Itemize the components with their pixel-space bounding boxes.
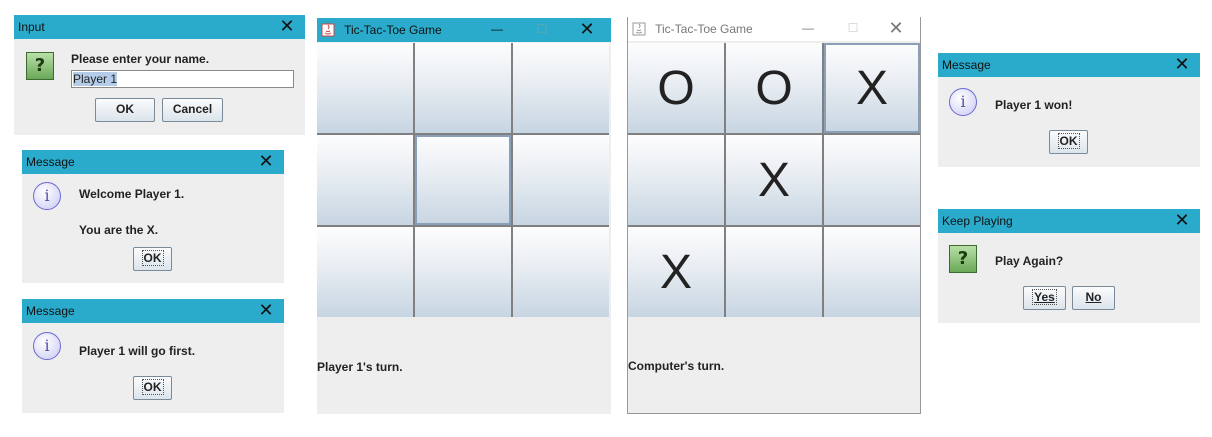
board-cell[interactable]: [415, 43, 511, 133]
minimize-icon[interactable]: —: [788, 17, 828, 41]
game-window-1-title: Tic-Tac-Toe Game: [344, 23, 442, 37]
board-cell[interactable]: [317, 43, 413, 133]
first-turn-dialog-titlebar[interactable]: Message ✕: [22, 299, 284, 323]
first-turn-dialog-title: Message: [26, 304, 75, 318]
turn-status: Computer's turn.: [628, 359, 725, 373]
play-again-dialog-title: Keep Playing: [942, 214, 1013, 228]
board-cell[interactable]: X: [726, 135, 822, 225]
info-icon: i: [949, 88, 977, 116]
close-icon[interactable]: ✕: [248, 150, 284, 174]
won-text: Player 1 won!: [995, 98, 1073, 112]
board-cell[interactable]: [415, 135, 511, 225]
ok-button[interactable]: OK: [95, 98, 155, 122]
play-again-text: Play Again?: [995, 254, 1064, 268]
board-cell[interactable]: [513, 227, 609, 317]
won-dialog-titlebar[interactable]: Message ✕: [938, 53, 1200, 77]
question-icon: ?: [949, 245, 977, 273]
play-again-dialog-titlebar[interactable]: Keep Playing ✕: [938, 209, 1200, 233]
question-icon: ?: [26, 52, 54, 80]
ok-button-label: OK: [116, 102, 134, 116]
welcome-dialog-title: Message: [26, 155, 75, 169]
close-icon[interactable]: ✕: [248, 299, 284, 323]
first-turn-text: Player 1 will go first.: [79, 344, 196, 358]
close-icon[interactable]: ✕: [269, 15, 305, 39]
no-button-label: No: [1085, 290, 1102, 304]
welcome-line-1: Welcome Player 1.: [79, 187, 185, 201]
game-board: [317, 43, 609, 317]
maximize-icon[interactable]: ☐: [522, 18, 562, 42]
yes-button-label: Yes: [1032, 289, 1057, 305]
won-dialog: Message ✕ i Player 1 won! OK: [938, 53, 1200, 167]
ok-button[interactable]: OK: [133, 247, 172, 271]
board-cell[interactable]: [513, 43, 609, 133]
board-cell[interactable]: [726, 227, 822, 317]
game-board: O O X X X: [628, 43, 920, 317]
board-cell[interactable]: [824, 227, 920, 317]
welcome-dialog: Message ✕ i Welcome Player 1. You are th…: [22, 150, 284, 283]
close-icon[interactable]: ✕: [1164, 209, 1200, 233]
close-icon[interactable]: ✕: [569, 18, 605, 42]
name-input[interactable]: Player 1: [71, 70, 294, 88]
input-dialog-titlebar[interactable]: Input ✕: [14, 15, 305, 39]
java-icon: [321, 23, 335, 37]
game-window-1-titlebar[interactable]: Tic-Tac-Toe Game — ☐ ✕: [317, 18, 611, 42]
maximize-icon[interactable]: ☐: [833, 17, 873, 41]
no-button[interactable]: No: [1072, 286, 1115, 310]
java-icon: [632, 22, 646, 36]
game-window-2: Tic-Tac-Toe Game — ☐ ✕ O O X X X Compute…: [627, 17, 921, 414]
board-cell[interactable]: O: [628, 43, 724, 133]
input-prompt: Please enter your name.: [71, 52, 210, 66]
minimize-icon[interactable]: —: [477, 18, 517, 42]
board-cell[interactable]: X: [628, 227, 724, 317]
board-cell[interactable]: O: [726, 43, 822, 133]
board-cell[interactable]: [415, 227, 511, 317]
close-icon[interactable]: ✕: [1164, 53, 1200, 77]
ok-button[interactable]: OK: [1049, 130, 1088, 154]
board-cell[interactable]: [317, 135, 413, 225]
game-window-2-titlebar[interactable]: Tic-Tac-Toe Game — ☐ ✕: [628, 17, 920, 41]
play-again-dialog: Keep Playing ✕ ? Play Again? Yes No: [938, 209, 1200, 323]
first-turn-dialog: Message ✕ i Player 1 will go first. OK: [22, 299, 284, 413]
yes-button[interactable]: Yes: [1023, 286, 1066, 310]
ok-button-label: OK: [141, 379, 164, 395]
cancel-button[interactable]: Cancel: [162, 98, 223, 122]
ok-button-label: OK: [1057, 133, 1080, 149]
name-input-value: Player 1: [73, 72, 118, 86]
cancel-button-label: Cancel: [172, 102, 213, 116]
turn-status: Player 1's turn.: [317, 360, 403, 374]
game-window-2-title: Tic-Tac-Toe Game: [655, 22, 753, 36]
info-icon: i: [33, 182, 61, 210]
input-dialog: Input ✕ ? Please enter your name. Player…: [14, 15, 305, 135]
board-cell[interactable]: [317, 227, 413, 317]
game-window-1: Tic-Tac-Toe Game — ☐ ✕ Player 1's turn.: [317, 18, 611, 414]
board-cell[interactable]: [513, 135, 609, 225]
info-icon: i: [33, 332, 61, 360]
board-cell[interactable]: X: [824, 43, 920, 133]
ok-button-label: OK: [141, 250, 164, 266]
close-icon[interactable]: ✕: [878, 17, 914, 41]
board-cell[interactable]: [824, 135, 920, 225]
ok-button[interactable]: OK: [133, 376, 172, 400]
welcome-line-2: You are the X.: [79, 223, 159, 237]
input-dialog-title: Input: [18, 20, 45, 34]
board-cell[interactable]: [628, 135, 724, 225]
welcome-dialog-titlebar[interactable]: Message ✕: [22, 150, 284, 174]
won-dialog-title: Message: [942, 58, 991, 72]
